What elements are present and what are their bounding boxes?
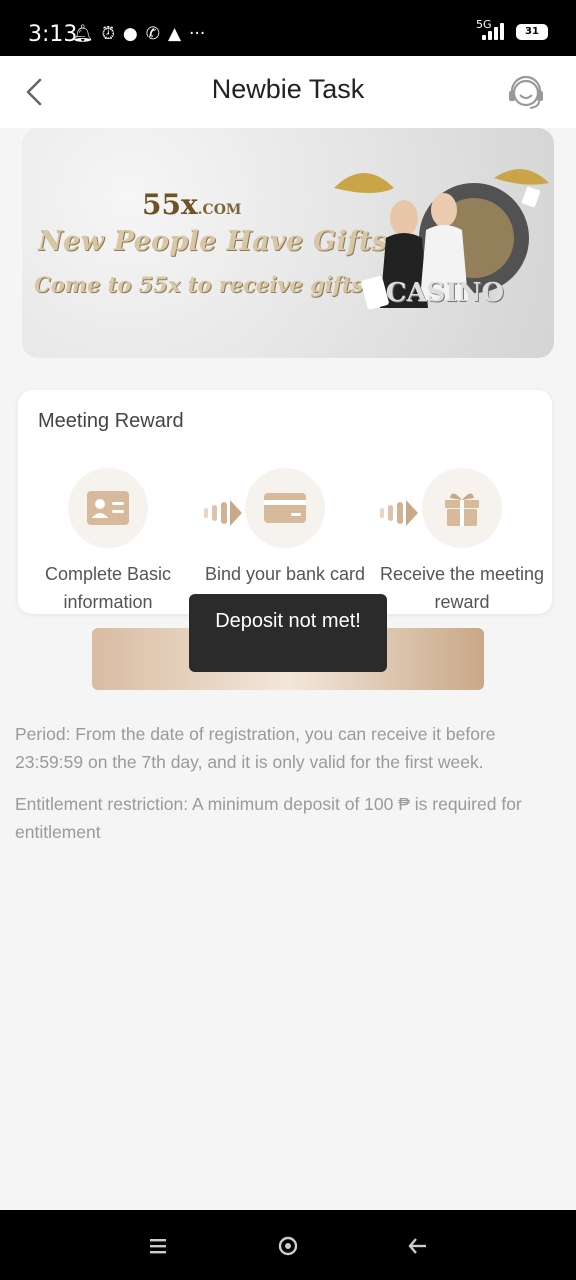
header: Newbie Task <box>0 56 576 128</box>
step-complete-info[interactable]: Complete Basic information <box>18 468 198 616</box>
status-notification-icons: 🔔︎ ⏰︎ ● ✆ ▲ ··· <box>70 24 205 44</box>
step-label: Complete Basic information <box>44 564 172 612</box>
system-nav-bar <box>0 1210 576 1280</box>
alarm-icon: ⏰︎ <box>101 24 115 44</box>
id-card-icon <box>68 468 148 548</box>
promo-banner[interactable]: 55x.COM New People Have Gifts Come to 55… <box>22 128 554 358</box>
more-icon: ··· <box>189 24 206 44</box>
step-label: Receive the meeting reward <box>379 564 545 612</box>
signal-icon: 5G <box>476 18 506 42</box>
bell-icon: 🔔︎ <box>72 24 94 44</box>
banner-subheadline: Come to 55x to receive gifts <box>34 272 364 297</box>
network-label: 5G <box>476 18 492 31</box>
step-label: Bind your bank card <box>204 564 366 584</box>
banner-logo: 55x.COM <box>142 188 242 221</box>
casino-illustration <box>334 169 549 310</box>
step-receive-reward[interactable]: Receive the meeting reward <box>372 468 552 616</box>
period-text: Period: From the date of registration, y… <box>15 724 496 772</box>
viber-icon: ✆ <box>145 24 160 44</box>
toast-message: Deposit not met! <box>189 594 387 672</box>
home-icon[interactable] <box>274 1232 302 1260</box>
entitlement-restriction-text: Entitlement restriction: A minimum depos… <box>15 794 522 842</box>
status-bar: 3:13 🔔︎ ⏰︎ ● ✆ ▲ ··· 5G 31 <box>0 0 576 56</box>
customer-service-button[interactable] <box>506 73 546 113</box>
card-title: Meeting Reward <box>38 410 184 432</box>
meeting-reward-card: Meeting Reward Complete Basic informatio… <box>18 390 552 614</box>
app-icon: ▲ <box>167 24 182 44</box>
status-system-icons: 5G 31 <box>476 18 548 42</box>
page-title: Newbie Task <box>211 74 365 104</box>
gift-icon <box>422 468 502 548</box>
bank-card-icon <box>245 468 325 548</box>
banner-casino-text: CASINO <box>385 278 504 308</box>
battery-icon: 31 <box>516 24 548 40</box>
back-nav-icon[interactable] <box>404 1232 432 1260</box>
menu-icon[interactable] <box>144 1232 172 1260</box>
headset-icon <box>509 75 543 109</box>
chat-icon: ● <box>122 24 138 44</box>
step-bind-bank-card[interactable]: Bind your bank card <box>195 468 375 588</box>
